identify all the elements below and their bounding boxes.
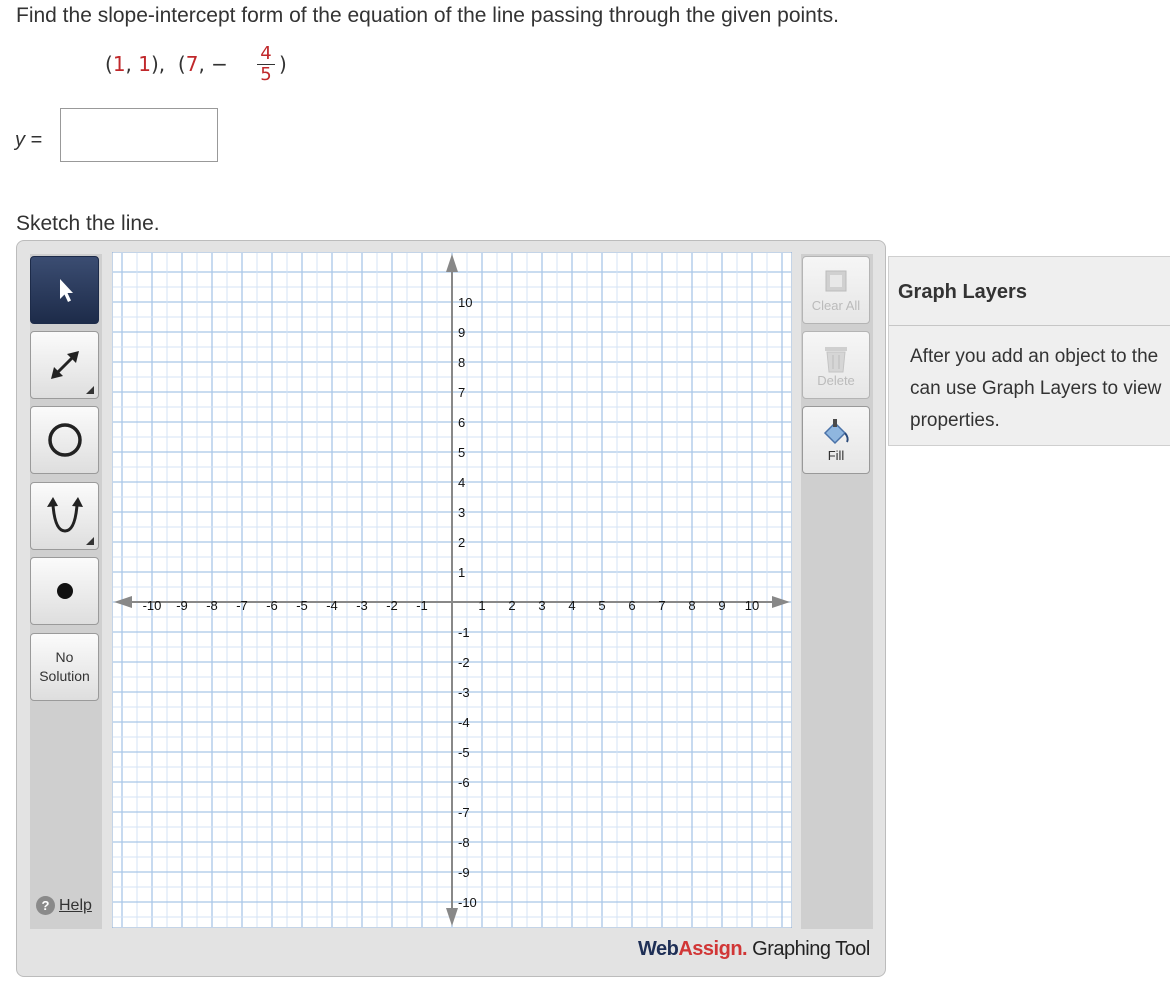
- delete-label: Delete: [817, 373, 855, 388]
- y-tick-label: 7: [458, 385, 465, 400]
- x-tick-label: -8: [206, 598, 218, 613]
- y-tick-label: -6: [458, 775, 470, 790]
- no-solution-line2: Solution: [39, 668, 90, 684]
- parabola-tool-menu-indicator: [86, 537, 94, 545]
- y-tick-label: -10: [458, 895, 477, 910]
- y-tick-label: 1: [458, 565, 465, 580]
- clear-all-icon: [825, 270, 847, 292]
- x-tick-label: 5: [598, 598, 605, 613]
- y-tick-label: 4: [458, 475, 465, 490]
- y-tick-label: -3: [458, 685, 470, 700]
- x-tick-label: -4: [326, 598, 338, 613]
- coordinate-grid[interactable]: -10 -9 -8 -7 -6 -5 -4 -3 -2 -1 1 2 3 4 5 6 7 8 9 10 10 9 8 7 6 5 4…: [112, 252, 792, 928]
- x-tick-label: -2: [386, 598, 398, 613]
- parabola-icon: [46, 497, 83, 533]
- y-tick-label: -2: [458, 655, 470, 670]
- no-solution-button[interactable]: No Solution: [30, 633, 99, 701]
- x-tick-label: -9: [176, 598, 188, 613]
- y-tick-label: -7: [458, 805, 470, 820]
- y-tick-label: 5: [458, 445, 465, 460]
- point2-sep: , −: [198, 52, 228, 76]
- x-tick-label: 10: [745, 598, 759, 613]
- y-tick-label: -1: [458, 625, 470, 640]
- fill-button[interactable]: Fill: [802, 406, 870, 474]
- y-tick-label: 2: [458, 535, 465, 550]
- clear-all-button[interactable]: Clear All: [802, 256, 870, 324]
- graph-layers-line2: can use Graph Layers to view: [910, 378, 1162, 399]
- x-tick-label: -6: [266, 598, 278, 613]
- fraction-numerator: 4: [260, 43, 272, 64]
- y-tick-label: -8: [458, 835, 470, 850]
- point1-close: ),: [151, 52, 166, 76]
- answer-variable: y: [15, 129, 25, 151]
- circle-icon: [47, 423, 82, 457]
- answer-input[interactable]: [60, 108, 218, 162]
- paint-bucket-icon: [823, 419, 849, 445]
- graph-layers-line3: properties.: [910, 410, 1000, 431]
- question-text: Find the slope-intercept form of the equ…: [16, 4, 840, 27]
- x-tick-label: 2: [508, 598, 515, 613]
- graph-layers-title: Graph Layers: [898, 281, 1027, 303]
- x-tick-label: -3: [356, 598, 368, 613]
- clear-all-label: Clear All: [811, 298, 861, 313]
- x-tick-label: 3: [538, 598, 545, 613]
- y-tick-label: 10: [458, 295, 472, 310]
- pointer-tool-button[interactable]: [30, 256, 99, 324]
- point-tool-button[interactable]: [30, 557, 99, 625]
- point1-comma: ,: [125, 52, 139, 76]
- x-tick-label: 6: [628, 598, 635, 613]
- line-tool-button[interactable]: [30, 331, 99, 399]
- brand-assign: Assign.: [678, 938, 748, 960]
- x-tick-label: -10: [143, 598, 162, 613]
- help-label: Help: [59, 896, 92, 914]
- x-tick-label: 7: [658, 598, 665, 613]
- x-tick-label: -7: [236, 598, 248, 613]
- y-tick-label: -9: [458, 865, 470, 880]
- y-tick-label: 8: [458, 355, 465, 370]
- y-tick-label: 6: [458, 415, 465, 430]
- help-link[interactable]: ? Help: [36, 896, 92, 915]
- y-tick-label: -5: [458, 745, 470, 760]
- no-solution-line1: No: [55, 649, 74, 665]
- point1-y: 1: [138, 52, 151, 76]
- webassign-brand: WebAssign. Graphing Tool: [638, 938, 870, 961]
- graph-layers-panel: Graph Layers After you add an object to …: [888, 256, 1170, 446]
- given-points: (1, 1), (7, −: [105, 52, 228, 76]
- y-tick-label: 3: [458, 505, 465, 520]
- point2-open: (: [177, 52, 186, 76]
- y-tick-label: 9: [458, 325, 465, 340]
- x-tick-label: -5: [296, 598, 308, 613]
- sketch-instruction: Sketch the line.: [16, 212, 160, 235]
- line-tool-menu-indicator: [86, 386, 94, 394]
- x-tick-label: 1: [478, 598, 485, 613]
- point2-y-fraction: 4 5: [255, 44, 277, 85]
- answer-label: y =: [15, 129, 42, 152]
- point1-open: (: [105, 52, 113, 76]
- double-arrow-line-icon: [50, 351, 79, 379]
- dot-icon: [56, 583, 73, 599]
- fill-label: Fill: [827, 448, 845, 463]
- circle-tool-button[interactable]: [30, 406, 99, 474]
- graph-layers-description: After you add an object to the can use G…: [910, 341, 1170, 437]
- no-solution-label: No Solution: [39, 648, 90, 686]
- x-tick-label: 8: [688, 598, 695, 613]
- help-icon: ?: [36, 896, 55, 915]
- point1-x: 1: [112, 52, 126, 76]
- answer-equals: =: [30, 129, 43, 151]
- fraction-denominator: 5: [260, 64, 272, 85]
- x-tick-label: 9: [718, 598, 725, 613]
- point2-x: 7: [185, 52, 199, 76]
- brand-graphing-tool: Graphing Tool: [752, 938, 870, 960]
- trash-icon: [825, 347, 847, 373]
- brand-web: Web: [638, 938, 679, 960]
- x-tick-label: -1: [416, 598, 428, 613]
- y-tick-label: -4: [458, 715, 470, 730]
- graph-layers-line1: After you add an object to the: [910, 346, 1159, 367]
- arrow-cursor-icon: [59, 279, 73, 302]
- delete-button[interactable]: Delete: [802, 331, 870, 399]
- parabola-tool-button[interactable]: [30, 482, 99, 550]
- point2-close: ): [279, 52, 287, 76]
- x-tick-label: 4: [568, 598, 575, 613]
